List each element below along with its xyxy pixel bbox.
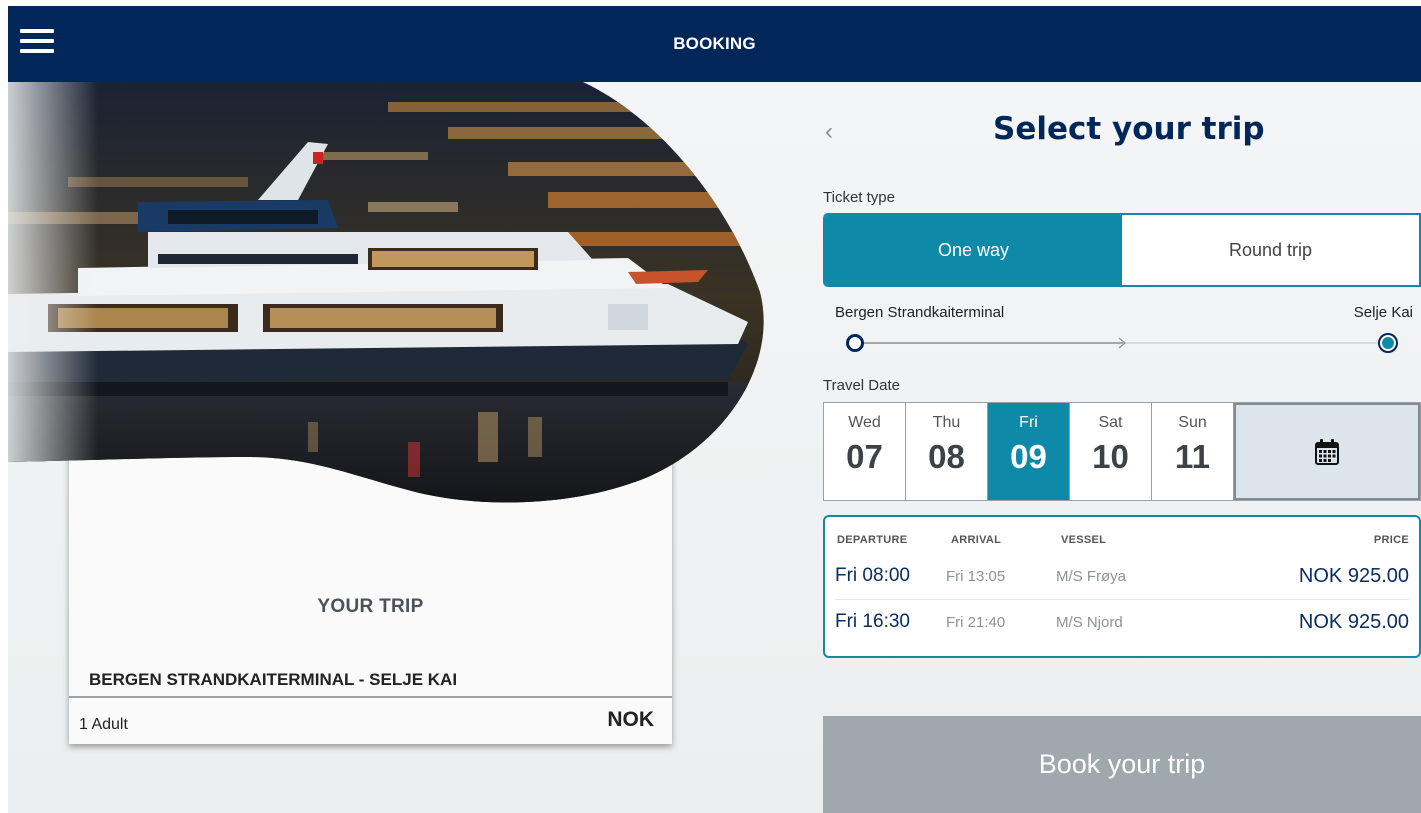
column-vessel: VESSEL	[1061, 534, 1107, 546]
origin-marker-icon	[846, 334, 864, 352]
date-weekday: Fri	[1019, 414, 1038, 431]
ticket-type-round-trip[interactable]: Round trip	[1122, 215, 1419, 285]
trip-price: NOK 925.00	[1298, 611, 1409, 633]
travel-date-label: Travel Date	[823, 377, 900, 394]
page-title: Select your trip	[993, 111, 1265, 147]
departures-table: DEPARTURE ARRIVAL VESSEL PRICE Fri 08:00…	[823, 515, 1421, 658]
date-option-sat[interactable]: Sat 10	[1070, 403, 1152, 500]
date-option-sun[interactable]: Sun 11	[1152, 403, 1234, 500]
date-day: 07	[846, 438, 883, 475]
date-day: 08	[928, 438, 965, 475]
your-trip-heading: YOUR TRIP	[317, 596, 424, 617]
vessel-name: M/S Njord	[1056, 614, 1123, 631]
book-trip-button[interactable]: Book your trip	[823, 716, 1421, 813]
arrival-time: Fri 21:40	[946, 614, 1006, 631]
ferry-hero-image	[8, 82, 768, 512]
departure-time: Fri 16:30	[835, 611, 910, 632]
date-weekday: Thu	[932, 414, 961, 431]
total-currency: NOK	[607, 708, 654, 731]
column-price: PRICE	[1373, 534, 1409, 546]
app-frame: BOOKING YOUR TRIP BERGEN STRANDKAITERMIN…	[8, 6, 1421, 813]
chevron-left-icon[interactable]: ‹	[825, 118, 833, 146]
route-line	[846, 333, 1398, 353]
date-day: 09	[1010, 438, 1047, 475]
calendar-icon	[1315, 438, 1339, 465]
row-divider	[835, 599, 1409, 600]
date-option-wed[interactable]: Wed 07	[824, 403, 906, 500]
ticket-type-label: Ticket type	[823, 189, 895, 206]
trip-price: NOK 925.00	[1298, 565, 1409, 587]
passenger-count: 1 Adult	[79, 716, 128, 733]
departure-row[interactable]: Fri 08:00 Fri 13:05 M/S Frøya NOK 925.00	[835, 557, 1419, 595]
date-picker-strip: Wed 07 Thu 08 Fri 09 Sat 10 Sun 11	[823, 402, 1421, 501]
arrival-time: Fri 13:05	[946, 568, 1006, 585]
departure-time: Fri 08:00	[835, 565, 910, 586]
trip-route-name: BERGEN STRANDKAITERMINAL - SELJE KAI	[89, 670, 458, 689]
departure-row[interactable]: Fri 16:30 Fri 21:40 M/S Njord NOK 925.00	[835, 603, 1419, 641]
date-weekday: Wed	[848, 414, 881, 431]
departure-stop: Bergen Strandkaiterminal	[835, 304, 1005, 321]
date-day: 10	[1092, 438, 1129, 475]
date-day: 11	[1175, 438, 1210, 475]
ticket-type-toggle: One way Round trip	[823, 213, 1421, 287]
date-weekday: Sun	[1178, 414, 1207, 431]
column-arrival: ARRIVAL	[951, 534, 1002, 546]
calendar-button[interactable]	[1234, 403, 1420, 500]
card-divider	[69, 696, 672, 698]
top-bar: BOOKING	[8, 6, 1421, 82]
date-option-fri[interactable]: Fri 09	[988, 403, 1070, 500]
ticket-type-one-way[interactable]: One way	[825, 215, 1122, 285]
date-weekday: Sat	[1098, 414, 1123, 431]
vessel-name: M/S Frøya	[1056, 568, 1126, 585]
arrival-stop: Selje Kai	[1353, 304, 1413, 321]
column-departure: DEPARTURE	[837, 534, 908, 546]
header-title: BOOKING	[673, 34, 756, 53]
date-option-thu[interactable]: Thu 08	[906, 403, 988, 500]
